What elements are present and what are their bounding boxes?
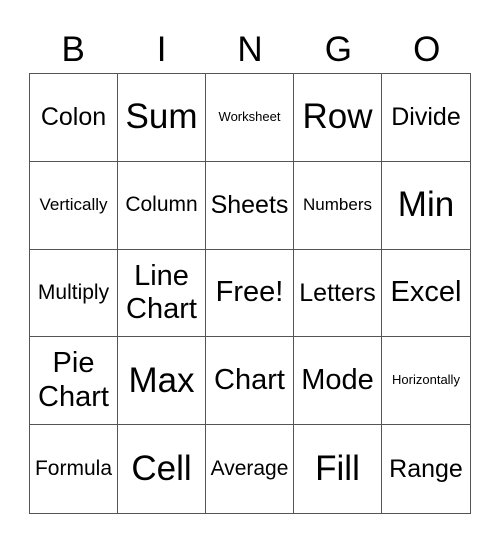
- bingo-cell[interactable]: Fill: [294, 425, 382, 513]
- header-letter-o: O: [413, 30, 441, 69]
- bingo-cell[interactable]: Numbers: [294, 161, 382, 250]
- bingo-cell[interactable]: Horizontally: [382, 337, 470, 426]
- header-letter-b: B: [61, 30, 85, 69]
- bingo-cell[interactable]: Line Chart: [118, 249, 206, 338]
- bingo-cell[interactable]: Min: [382, 162, 470, 250]
- bingo-cell[interactable]: Sheets: [206, 161, 294, 250]
- bingo-cell[interactable]: Range: [382, 425, 470, 513]
- bingo-cell[interactable]: Row: [294, 74, 382, 162]
- bingo-cell[interactable]: Formula: [30, 425, 118, 513]
- bingo-cell[interactable]: Sum: [118, 74, 206, 162]
- bingo-cell[interactable]: Multiply: [30, 249, 118, 338]
- bingo-cell[interactable]: Mode: [294, 337, 382, 426]
- bingo-cell[interactable]: Vertically: [30, 161, 118, 250]
- bingo-cell[interactable]: Divide: [382, 74, 470, 162]
- bingo-grid: Colon Sum Worksheet Row Divide Verticall…: [29, 73, 471, 514]
- header-letter-n: N: [237, 30, 263, 69]
- header-letter-i: I: [156, 30, 167, 69]
- bingo-cell[interactable]: Worksheet: [206, 74, 294, 162]
- bingo-cell[interactable]: Max: [118, 337, 206, 426]
- bingo-cell[interactable]: Pie Chart: [30, 337, 118, 426]
- bingo-cell[interactable]: Excel: [382, 250, 470, 338]
- bingo-cell[interactable]: Average: [206, 425, 294, 513]
- bingo-cell[interactable]: Chart: [206, 337, 294, 426]
- header-letter-g: G: [324, 30, 352, 69]
- bingo-cell[interactable]: Column: [118, 161, 206, 250]
- bingo-cell[interactable]: Colon: [30, 74, 118, 162]
- bingo-cell[interactable]: Letters: [294, 249, 382, 338]
- bingo-cell[interactable]: Cell: [118, 425, 206, 513]
- free-space-cell[interactable]: Free!: [206, 249, 294, 338]
- bingo-header: B I N G O: [29, 28, 471, 72]
